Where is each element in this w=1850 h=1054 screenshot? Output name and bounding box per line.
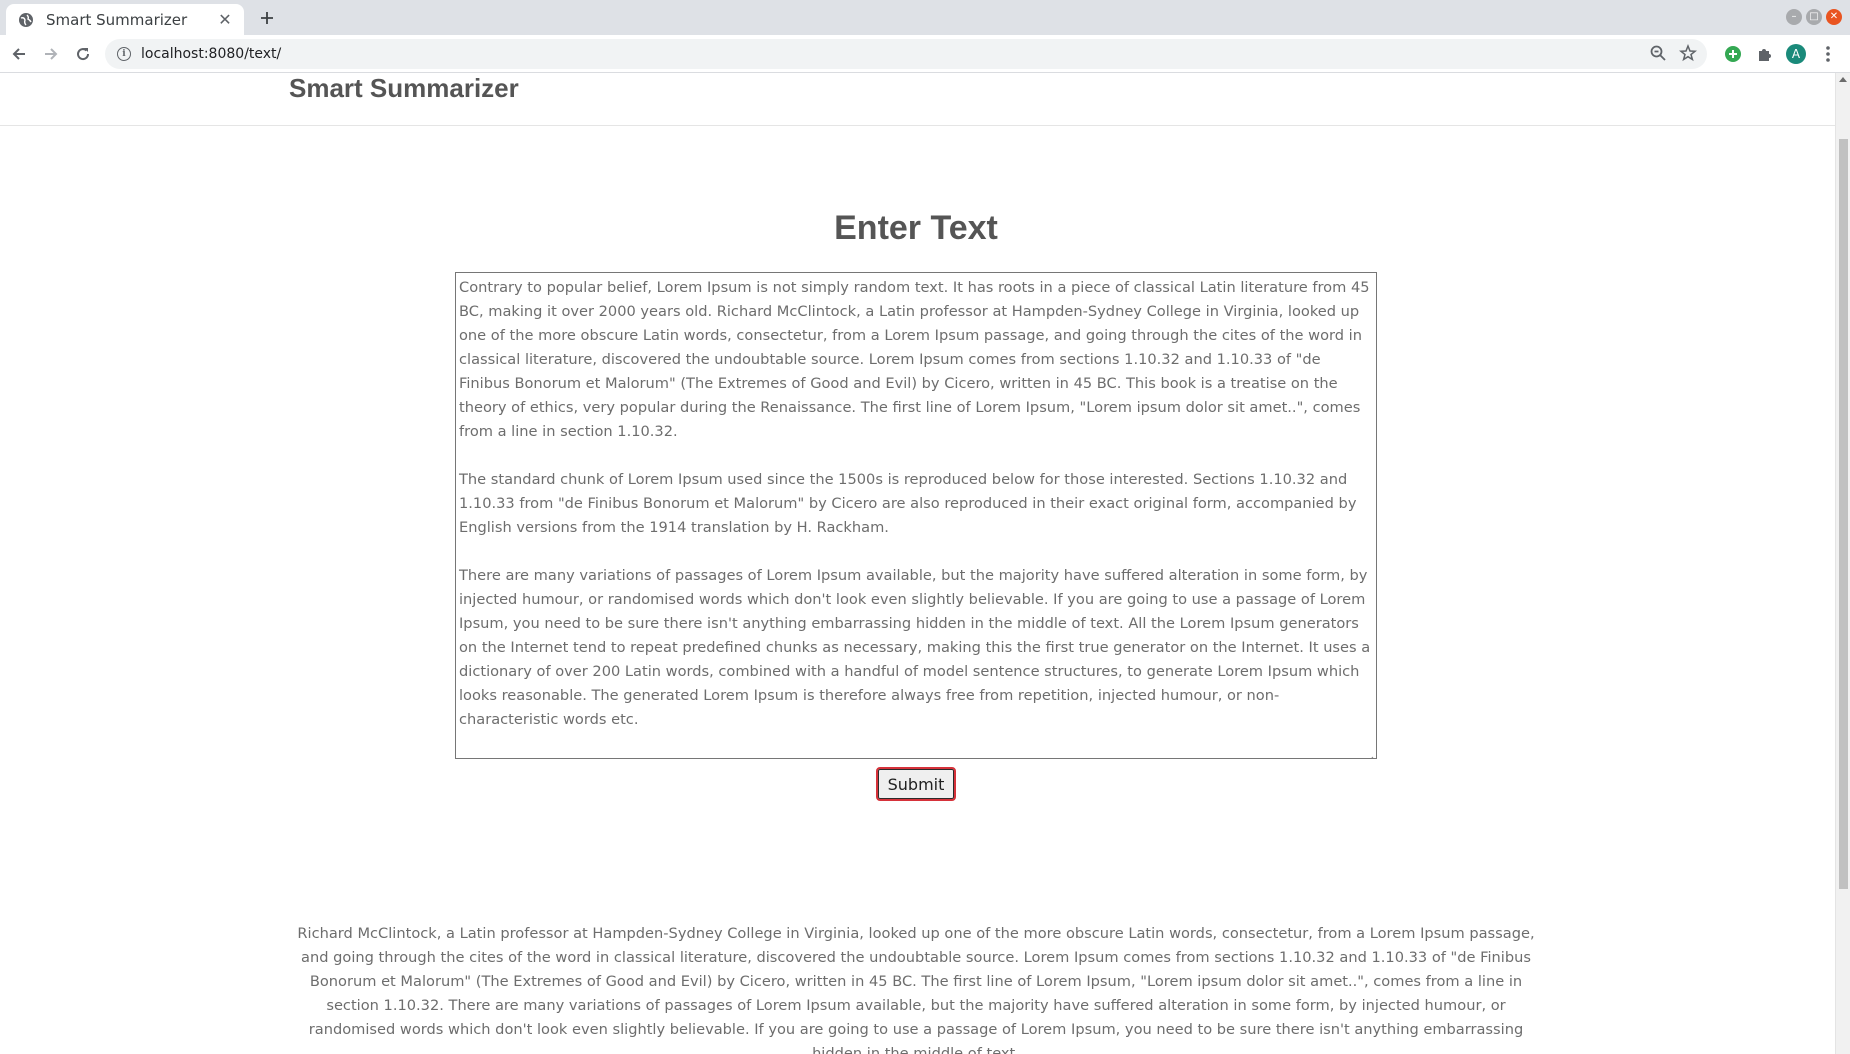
back-arrow-icon[interactable] <box>8 43 30 65</box>
close-icon[interactable]: ✕ <box>216 10 234 29</box>
zoom-icon[interactable] <box>1649 44 1667 66</box>
summary-text: Richard McClintock, a Latin professor at… <box>297 925 1535 1054</box>
info-icon[interactable]: i <box>117 47 131 61</box>
kebab-menu-icon[interactable] <box>1817 43 1839 65</box>
globe-icon <box>18 12 34 28</box>
page-scrollbar[interactable] <box>1835 73 1850 1054</box>
resize-handle-icon[interactable] <box>1366 748 1374 758</box>
avatar[interactable]: A <box>1785 43 1807 65</box>
reload-icon[interactable] <box>72 43 94 65</box>
forward-arrow-icon[interactable] <box>40 43 62 65</box>
star-icon[interactable] <box>1679 43 1697 66</box>
text-input-area[interactable]: Contrary to popular belief, Lorem Ipsum … <box>455 272 1377 759</box>
puzzle-icon[interactable] <box>1754 43 1776 65</box>
window-controls: – □ ✕ <box>1786 9 1842 25</box>
textarea-paragraph: The standard chunk of Lorem Ipsum used s… <box>459 471 1357 536</box>
window-close-icon[interactable]: ✕ <box>1826 9 1842 25</box>
page-viewport: Smart Summarizer Enter Text Contrary to … <box>0 73 1835 1054</box>
browser-tab-bar: Smart Summarizer ✕ – □ ✕ <box>0 0 1850 35</box>
brand-title[interactable]: Smart Summarizer <box>289 73 519 104</box>
textarea-paragraph: Contrary to popular belief, Lorem Ipsum … <box>459 279 1370 440</box>
textarea-paragraph: There are many variations of passages of… <box>459 567 1371 728</box>
address-bar[interactable]: i localhost:8080/text/ <box>105 39 1707 69</box>
avatar-letter: A <box>1786 44 1806 64</box>
submit-button[interactable]: Submit <box>876 767 956 801</box>
scroll-up-icon[interactable] <box>1839 77 1847 82</box>
site-header: Smart Summarizer <box>0 73 1835 126</box>
maximize-icon[interactable]: □ <box>1806 9 1822 25</box>
url-text[interactable]: localhost:8080/text/ <box>141 46 281 62</box>
minimize-icon[interactable]: – <box>1786 9 1802 25</box>
scrollbar-thumb[interactable] <box>1839 139 1848 889</box>
add-extension-icon[interactable] <box>1722 43 1744 65</box>
plus-icon[interactable] <box>256 7 278 29</box>
tab-title: Smart Summarizer <box>46 10 188 29</box>
page-title: Enter Text <box>834 209 998 247</box>
browser-toolbar: i localhost:8080/text/ A <box>0 35 1850 73</box>
browser-tab[interactable]: Smart Summarizer ✕ <box>6 4 244 35</box>
